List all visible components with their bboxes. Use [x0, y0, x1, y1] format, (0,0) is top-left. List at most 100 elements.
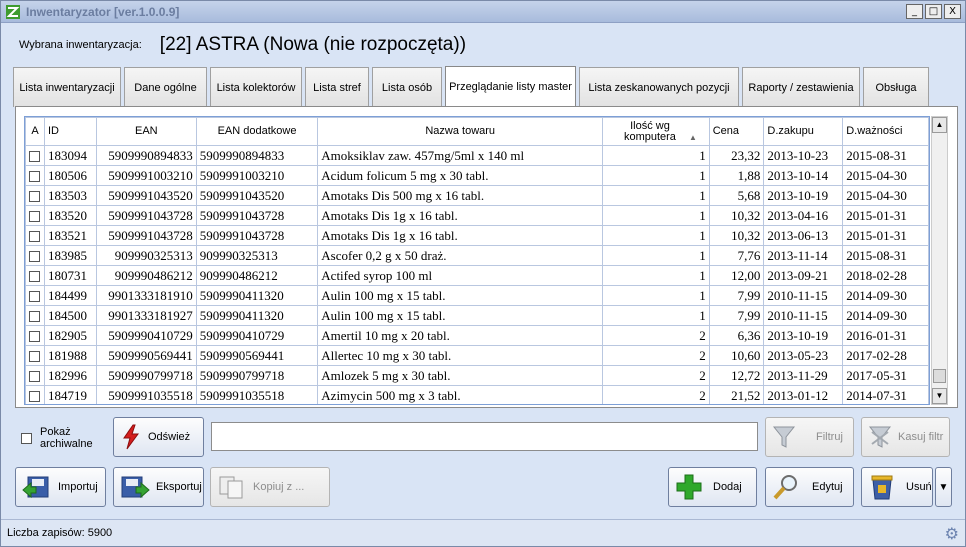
tab-inventory-list[interactable]: Lista inwentaryzacji	[13, 67, 121, 107]
col-header-quantity[interactable]: Ilość wg komputera ▲	[602, 117, 710, 146]
row-checkbox[interactable]	[29, 391, 40, 403]
row-checkbox[interactable]	[29, 211, 40, 223]
edit-button[interactable]: Edytuj	[765, 467, 854, 507]
copy-from-label: Kopiuj z ...	[253, 481, 305, 493]
cell-ean: 5909990410729	[95, 325, 197, 346]
delete-dropdown-button[interactable]: ▼	[935, 467, 952, 507]
col-header-price[interactable]: Cena	[708, 117, 765, 146]
table-row[interactable]: 181988 5909990569441 5909990569441 Allertec…	[25, 345, 929, 366]
cell-qty: 2	[602, 385, 710, 404]
cell-qty: 1	[602, 145, 710, 166]
tab-reports[interactable]: Raporty / zestawienia	[742, 67, 860, 107]
cell-qty: 1	[602, 245, 710, 266]
row-checkbox[interactable]	[29, 251, 40, 263]
scroll-down-icon[interactable]: ▼	[932, 388, 947, 404]
cell-dexpiry: 2015-01-31	[842, 205, 929, 226]
table-row[interactable]: 183520 5909991043728 5909991043728 Amotaks …	[25, 205, 929, 226]
tab-scanned-items[interactable]: Lista zeskanowanych pozycji	[579, 67, 739, 107]
table-row[interactable]: 183985 909990325313 909990325313 Ascofer 0,…	[25, 245, 929, 266]
tab-persons[interactable]: Lista osób	[372, 67, 442, 107]
row-checkbox[interactable]	[29, 311, 40, 323]
show-archived-option[interactable]: Pokaż archiwalne	[21, 426, 100, 450]
table-row[interactable]: 183094 5909990894833 5909990894833 Amoksikl…	[25, 145, 929, 166]
row-checkbox[interactable]	[29, 331, 40, 343]
cell-price: 7,76	[708, 245, 765, 266]
table-row[interactable]: 184500 9901333181927 5909990411320 Aulin 10…	[25, 305, 929, 326]
cell-ean2: 909990486212	[195, 265, 319, 286]
col-header-ean[interactable]: EAN	[95, 117, 197, 146]
show-archived-checkbox[interactable]	[21, 432, 32, 444]
master-grid[interactable]: A ID EAN EAN dodatkowe Nazwa towaru Iloś…	[24, 116, 930, 405]
table-row[interactable]: 183521 5909991043728 5909991043728 Amotaks …	[25, 225, 929, 246]
close-button[interactable]: X	[944, 4, 961, 19]
row-checkbox[interactable]	[29, 371, 40, 383]
cell-dpurchase: 2013-05-23	[763, 345, 844, 366]
table-row[interactable]: 184719 5909991035518 5909991035518 Azimycin…	[25, 385, 929, 404]
cell-id: 184500	[43, 305, 97, 326]
tab-collectors[interactable]: Lista kolektorów	[210, 67, 302, 107]
row-checkbox[interactable]	[29, 291, 40, 303]
row-checkbox[interactable]	[29, 171, 40, 183]
chevron-down-icon: ▼	[938, 481, 949, 493]
gear-icon[interactable]: ⚙	[945, 524, 959, 544]
refresh-button[interactable]: Odśwież	[113, 417, 204, 457]
cell-ean2: 5909990410729	[195, 325, 319, 346]
col-header-a[interactable]: A	[25, 117, 45, 146]
table-row[interactable]: 184499 9901333181910 5909990411320 Aulin 10…	[25, 285, 929, 306]
cell-dpurchase: 2013-10-19	[763, 325, 844, 346]
clear-filter-button[interactable]: Kasuj filtr	[861, 417, 950, 457]
col-header-ean-extra[interactable]: EAN dodatkowe	[195, 117, 319, 146]
tab-service[interactable]: Obsługa	[863, 67, 929, 107]
cell-dpurchase: 2013-04-16	[763, 205, 844, 226]
row-checkbox-cell	[25, 165, 45, 186]
cell-ean2: 909990325313	[195, 245, 319, 266]
col-header-purchase-date[interactable]: D.zakupu	[763, 117, 844, 146]
row-checkbox[interactable]	[29, 231, 40, 243]
vertical-scrollbar[interactable]: ▲ ▼	[931, 116, 948, 405]
window-title: Inwentaryzator [ver.1.0.0.9]	[26, 5, 180, 19]
funnel-clear-icon	[868, 426, 892, 448]
cell-price: 10,32	[708, 225, 765, 246]
delete-button[interactable]: Usuń	[861, 467, 933, 507]
maximize-button[interactable]: □	[925, 4, 942, 19]
cell-id: 183985	[43, 245, 97, 266]
filter-button[interactable]: Filtruj	[765, 417, 854, 457]
scroll-up-icon[interactable]: ▲	[932, 117, 947, 133]
copy-from-button[interactable]: Kopiuj z ...	[210, 467, 330, 507]
scroll-thumb[interactable]	[933, 369, 946, 383]
cell-id: 183503	[43, 185, 97, 206]
table-row[interactable]: 183503 5909991043520 5909991043520 Amotaks …	[25, 185, 929, 206]
row-checkbox[interactable]	[29, 151, 40, 163]
col-header-product-name[interactable]: Nazwa towaru	[317, 117, 604, 146]
record-count: Liczba zapisów: 5900	[7, 527, 113, 539]
cell-qty: 1	[602, 285, 710, 306]
minimize-button[interactable]: _	[906, 4, 923, 19]
row-checkbox[interactable]	[29, 271, 40, 283]
export-button[interactable]: Eksportuj	[113, 467, 204, 507]
cell-ean2: 5909991035518	[195, 385, 319, 404]
col-header-expiry-date[interactable]: D.ważności	[842, 117, 929, 146]
cell-dpurchase: 2013-01-12	[763, 385, 844, 404]
tab-general-data[interactable]: Dane ogólne	[124, 67, 207, 107]
row-checkbox[interactable]	[29, 191, 40, 203]
tab-master-list[interactable]: Przeglądanie listy master	[445, 66, 576, 108]
cell-price: 5,68	[708, 185, 765, 206]
title-bar[interactable]: Inwentaryzator [ver.1.0.0.9] _ □ X	[1, 1, 965, 23]
cell-dexpiry: 2014-09-30	[842, 305, 929, 326]
add-label: Dodaj	[713, 481, 742, 493]
row-checkbox-cell	[25, 225, 45, 246]
row-checkbox[interactable]	[29, 351, 40, 363]
cell-name: Amotaks Dis 1g x 16 tabl.	[317, 225, 604, 246]
table-row[interactable]: 182905 5909990410729 5909990410729 Amertil …	[25, 325, 929, 346]
cell-name: Aulin 100 mg x 15 tabl.	[317, 285, 604, 306]
col-header-id[interactable]: ID	[43, 117, 97, 146]
table-row[interactable]: 180731 909990486212 909990486212 Actifed sy…	[25, 265, 929, 286]
table-row[interactable]: 182996 5909990799718 5909990799718 Amlozek …	[25, 365, 929, 386]
cell-price: 23,32	[708, 145, 765, 166]
table-row[interactable]: 180506 5909991003210 5909991003210 Acidum f…	[25, 165, 929, 186]
import-button[interactable]: Importuj	[15, 467, 106, 507]
add-button[interactable]: Dodaj	[668, 467, 757, 507]
tab-zones[interactable]: Lista stref	[305, 67, 369, 107]
cell-name: Allertec 10 mg x 30 tabl.	[317, 345, 604, 366]
filter-input[interactable]	[211, 422, 758, 451]
